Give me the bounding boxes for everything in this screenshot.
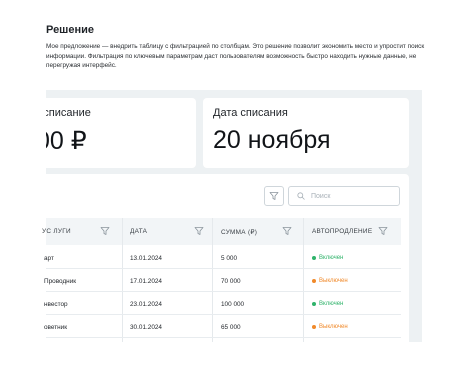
status-badge: Выключен	[312, 316, 348, 338]
status-dot	[312, 325, 316, 329]
status-badge: Включен	[312, 293, 343, 315]
cell-amount: 65 000	[221, 323, 241, 331]
card-value: 20 ноября	[213, 126, 331, 154]
status-badge: Выключен	[312, 270, 348, 292]
cell-date: 30.01.2024	[130, 323, 162, 331]
cell-service: арт	[44, 254, 54, 262]
search-input[interactable]: Поиск	[288, 186, 400, 206]
column-filter-icon[interactable]	[378, 226, 388, 236]
cell-date: 13.01.2024	[130, 254, 162, 262]
card-value: 00 ₽	[46, 127, 87, 155]
card-label: ее списание	[46, 107, 91, 119]
search-icon	[297, 192, 305, 200]
status-dot	[312, 302, 316, 306]
column-header-autorenew[interactable]: АВТОПРОДЛЕНИЕ	[312, 218, 372, 245]
table-row[interactable]: Проводник 17.01.2024 70 000 Выключен	[44, 270, 401, 292]
status-badge: Включен	[312, 247, 343, 269]
column-filter-icon[interactable]	[194, 226, 204, 236]
cell-service: нвестор	[44, 300, 68, 308]
column-filter-icon[interactable]	[100, 226, 110, 236]
status-label: Включен	[319, 255, 344, 261]
column-header-amount[interactable]: СУММА (₽)	[221, 218, 257, 245]
status-label: Выключен	[319, 278, 348, 284]
filter-icon	[269, 192, 279, 200]
status-label: Выключен	[319, 324, 348, 330]
cell-service: оветник	[44, 323, 68, 331]
status-label: Включен	[319, 301, 344, 307]
card-payment-date: Дата списания 20 ноября	[203, 98, 409, 168]
cell-amount: 5 000	[221, 254, 237, 262]
section-title: Решение	[46, 24, 94, 36]
cell-date: 23.01.2024	[130, 300, 162, 308]
table-row[interactable]: арт 13.01.2024 5 000 Включен	[44, 247, 401, 269]
status-dot	[312, 256, 316, 260]
search-placeholder: Поиск	[311, 192, 331, 200]
column-filter-icon[interactable]	[282, 226, 292, 236]
card-label: Дата списания	[213, 107, 288, 119]
cell-amount: 100 000	[221, 300, 245, 308]
table-row[interactable]: нвестор 23.01.2024 100 000 Включен	[44, 293, 401, 315]
table-header: ус ЛУГИ ДАТА СУММА (₽) АВТОПРОДЛЕНИЕ	[42, 218, 401, 245]
cell-amount: 70 000	[221, 277, 241, 285]
card-next-payment: ее списание 00 ₽	[46, 98, 196, 168]
cell-date: 17.01.2024	[130, 277, 162, 285]
section-description: Мое предложение — внедрить таблицу с фил…	[46, 43, 425, 69]
column-header-service[interactable]: ус ЛУГИ	[42, 218, 71, 245]
column-header-date[interactable]: ДАТА	[130, 218, 147, 245]
status-dot	[312, 279, 316, 283]
table-row[interactable]: оветник 30.01.2024 65 000 Выключен	[44, 316, 401, 338]
filter-button[interactable]	[264, 186, 284, 206]
cell-service: Проводник	[44, 277, 77, 285]
